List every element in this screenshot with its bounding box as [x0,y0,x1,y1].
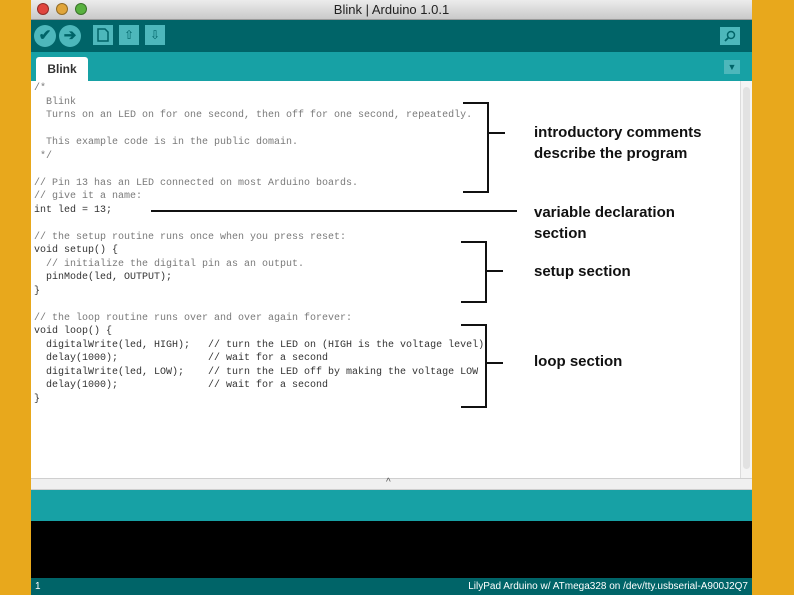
variable-annotation-text: variable declaration section [534,204,675,242]
intro-bracket [463,102,489,193]
intro-bracket-tick [489,132,505,134]
code-line: // the setup routine runs once when you … [34,231,347,243]
line-number: 1 [35,581,41,592]
code-line: This example code is in the public domai… [34,137,299,148]
code-line: */ [34,150,53,162]
message-area [31,490,752,521]
window-title: Blink | Arduino 1.0.1 [333,2,450,17]
arrow-right-icon: ➔ [63,27,77,44]
loop-annotation: loop section [534,351,622,372]
code-line: Turns on an LED on for one second, then … [34,110,473,121]
code-line: delay(1000); // wait for a second [34,380,329,391]
code-line: // initialize the digital pin as an outp… [34,258,305,270]
new-button[interactable] [93,25,113,45]
magnifier-icon [724,30,736,42]
setup-annotation: setup section [534,261,631,282]
console-output[interactable] [31,521,752,578]
scrollbar-thumb[interactable] [743,87,750,469]
checkmark-icon: ✔ [38,27,52,44]
code-line: // Pin 13 has an LED connected on most A… [34,177,359,189]
upload-button[interactable]: ➔ [59,25,81,47]
setup-bracket [461,241,487,303]
verify-button[interactable]: ✔ [34,25,56,47]
setup-annotation-text: setup section [534,263,631,280]
loop-bracket [461,324,487,408]
new-file-icon [97,28,109,42]
tab-bar: Blink ▼ [31,52,752,81]
loop-bracket-tick [487,362,503,364]
tab-menu-button[interactable]: ▼ [724,60,740,74]
code-line: void setup() { [34,245,119,256]
variable-annotation: variable declaration section [534,202,675,244]
pane-divider[interactable]: ^ [31,477,752,490]
save-arrow-down-icon: ⇩ [149,28,161,42]
code-text: /* Blink Turns on an LED on for one seco… [34,82,484,406]
tab-blink[interactable]: Blink [36,57,88,81]
intro-annotation-text: introductory comments describe the progr… [534,124,702,162]
chevron-down-icon: ▼ [727,62,737,72]
code-line: int led = 13; [34,204,113,216]
open-button[interactable]: ⇧ [119,25,139,45]
code-line: pinMode(led, OUTPUT); [34,272,173,283]
code-line: delay(1000); // wait for a second [34,353,329,364]
board-port-info: LilyPad Arduino w/ ATmega328 on /dev/tty… [468,581,748,592]
arduino-ide-window: Blink | Arduino 1.0.1 ✔ ➔ ⇧ ⇩ Blink ▼ /*… [31,0,752,595]
code-line: void loop() { [34,326,113,337]
code-line: digitalWrite(led, HIGH); // turn the LED… [34,339,485,351]
toolbar: ✔ ➔ ⇧ ⇩ [31,20,752,52]
title-bar: Blink | Arduino 1.0.1 [31,0,752,20]
code-line: Blink [34,96,77,108]
code-line: } [34,393,41,405]
variable-pointer-line [151,210,517,212]
code-line: // give it a name: [34,191,143,202]
status-bar: 1 LilyPad Arduino w/ ATmega328 on /dev/t… [31,578,752,595]
setup-bracket-tick [487,270,503,272]
editor-scrollbar[interactable] [740,81,752,478]
intro-annotation: introductory comments describe the progr… [534,122,702,164]
caret-up-icon[interactable]: ^ [386,477,391,488]
code-line: digitalWrite(led, LOW); // turn the LED … [34,366,479,378]
serial-monitor-button[interactable] [720,27,740,45]
code-line: } [34,285,41,297]
code-line: /* [34,83,47,94]
save-button[interactable]: ⇩ [145,25,165,45]
code-line: // the loop routine runs over and over a… [34,312,353,324]
loop-annotation-text: loop section [534,353,623,370]
open-arrow-up-icon: ⇧ [123,28,135,42]
